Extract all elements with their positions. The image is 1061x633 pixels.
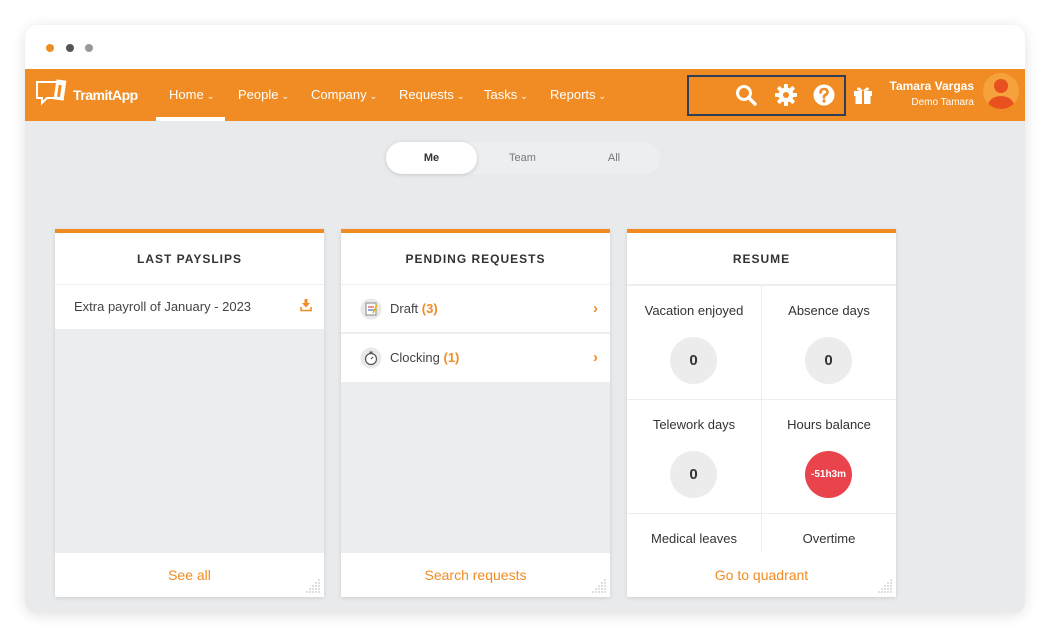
pending-requests-card: PENDING REQUESTS Draft (3) › Clocking (1…	[341, 229, 610, 597]
nav-people-label: People	[238, 87, 279, 102]
draft-count: (3)	[421, 301, 438, 316]
tab-team[interactable]: Team	[477, 142, 568, 174]
resume-title: RESUME	[627, 233, 896, 285]
chevron-down-icon: ⌄	[598, 91, 607, 101]
absence-days-cell[interactable]: Absence days 0	[762, 286, 896, 399]
draft-label: Draft (3)	[390, 285, 438, 333]
nav-company-label: Company	[311, 87, 367, 102]
nav-tasks-label: Tasks	[484, 87, 518, 102]
chevron-down-icon: ⌄	[281, 91, 290, 101]
tab-all[interactable]: All	[568, 142, 660, 174]
resize-handle-icon[interactable]	[303, 576, 321, 594]
close-dot[interactable]	[46, 44, 54, 52]
user-name[interactable]: Tamara Vargas	[890, 79, 975, 93]
resize-handle-icon[interactable]	[589, 576, 607, 594]
logo-text: TramitApp	[73, 87, 138, 103]
chevron-right-icon[interactable]: ›	[593, 285, 598, 333]
view-switcher: Me Team All	[386, 142, 660, 174]
chevron-down-icon: ⌄	[456, 91, 465, 101]
chevron-right-icon[interactable]: ›	[593, 334, 598, 382]
user-company: Demo Tamara	[911, 97, 974, 108]
clocking-label: Clocking (1)	[390, 334, 459, 382]
draft-text: Draft	[390, 301, 419, 316]
pending-requests-title: PENDING REQUESTS	[341, 233, 610, 285]
overtime-label: Overtime	[802, 531, 856, 546]
top-navbar: TramitApp Home ⌄ People ⌄ Company ⌄ Request…	[25, 69, 1025, 121]
list-item[interactable]: Clocking (1) ›	[341, 334, 610, 382]
speech-bubble-icon	[36, 79, 67, 106]
telework-days-cell[interactable]: Telework days 0	[627, 400, 761, 513]
nav-requests[interactable]: Requests ⌄	[399, 69, 464, 121]
tramitapp-logo[interactable]: TramitApp	[35, 78, 140, 112]
nav-requests-label: Requests	[399, 87, 454, 102]
stopwatch-icon	[360, 347, 382, 369]
maximize-dot[interactable]	[85, 44, 93, 52]
payslips-title: LAST PAYSLIPS	[55, 233, 324, 285]
chevron-down-icon: ⌄	[369, 91, 378, 101]
chevron-down-icon: ⌄	[206, 91, 215, 101]
nav-people[interactable]: People ⌄	[238, 69, 289, 121]
nav-home-label: Home	[169, 87, 204, 102]
tab-me[interactable]: Me	[386, 142, 477, 174]
payslip-label: Extra payroll of January - 2023	[74, 299, 252, 314]
hours-balance-cell[interactable]: Hours balance -51h3m	[762, 400, 896, 513]
go-to-quadrant-link[interactable]: Go to quadrant	[627, 553, 896, 597]
user-avatar-icon	[988, 79, 1014, 109]
avatar[interactable]	[983, 73, 1019, 109]
title-bar	[25, 25, 1025, 69]
gift-icon[interactable]	[851, 83, 875, 107]
search-requests-link[interactable]: Search requests	[341, 553, 610, 597]
see-all-link[interactable]: See all	[55, 553, 324, 597]
medical-leaves-label: Medical leaves	[651, 531, 737, 546]
medical-leaves-cell[interactable]: Medical leaves	[627, 514, 761, 557]
download-icon[interactable]	[300, 298, 312, 312]
search-icon[interactable]	[734, 83, 758, 107]
browser-window: TramitApp Home ⌄ People ⌄ Company ⌄ Request…	[25, 25, 1025, 613]
minimize-dot[interactable]	[66, 44, 74, 52]
hours-balance-label: Hours balance	[787, 417, 871, 432]
clocking-text: Clocking	[390, 350, 440, 365]
nav-reports[interactable]: Reports ⌄	[550, 69, 606, 121]
resize-handle-icon[interactable]	[875, 576, 893, 594]
draft-icon	[360, 298, 382, 320]
vacation-enjoyed-cell[interactable]: Vacation enjoyed 0	[627, 286, 761, 399]
resume-card: RESUME Vacation enjoyed 0 Absence days 0…	[627, 229, 896, 597]
payslips-card: LAST PAYSLIPS Extra payroll of January -…	[55, 229, 324, 597]
overtime-cell[interactable]: Overtime	[762, 514, 896, 557]
gear-icon[interactable]	[774, 83, 798, 107]
absence-days-label: Absence days	[788, 303, 870, 318]
help-icon[interactable]	[812, 83, 836, 107]
nav-home[interactable]: Home ⌄	[169, 69, 214, 121]
absence-days-value: 0	[805, 337, 852, 384]
vacation-enjoyed-label: Vacation enjoyed	[644, 303, 744, 318]
nav-reports-label: Reports	[550, 87, 596, 102]
list-item[interactable]: Draft (3) ›	[341, 285, 610, 333]
chevron-down-icon: ⌄	[520, 91, 528, 101]
list-item[interactable]: Extra payroll of January - 2023	[55, 285, 324, 329]
active-nav-indicator	[156, 117, 225, 121]
telework-days-label: Telework days	[652, 417, 736, 432]
vacation-enjoyed-value: 0	[670, 337, 717, 384]
clocking-count: (1)	[443, 350, 460, 365]
nav-tasks[interactable]: Tasks ⌄	[484, 69, 528, 121]
telework-days-value: 0	[670, 451, 717, 498]
hours-balance-value: -51h3m	[805, 451, 852, 498]
nav-company[interactable]: Company ⌄	[311, 69, 377, 121]
